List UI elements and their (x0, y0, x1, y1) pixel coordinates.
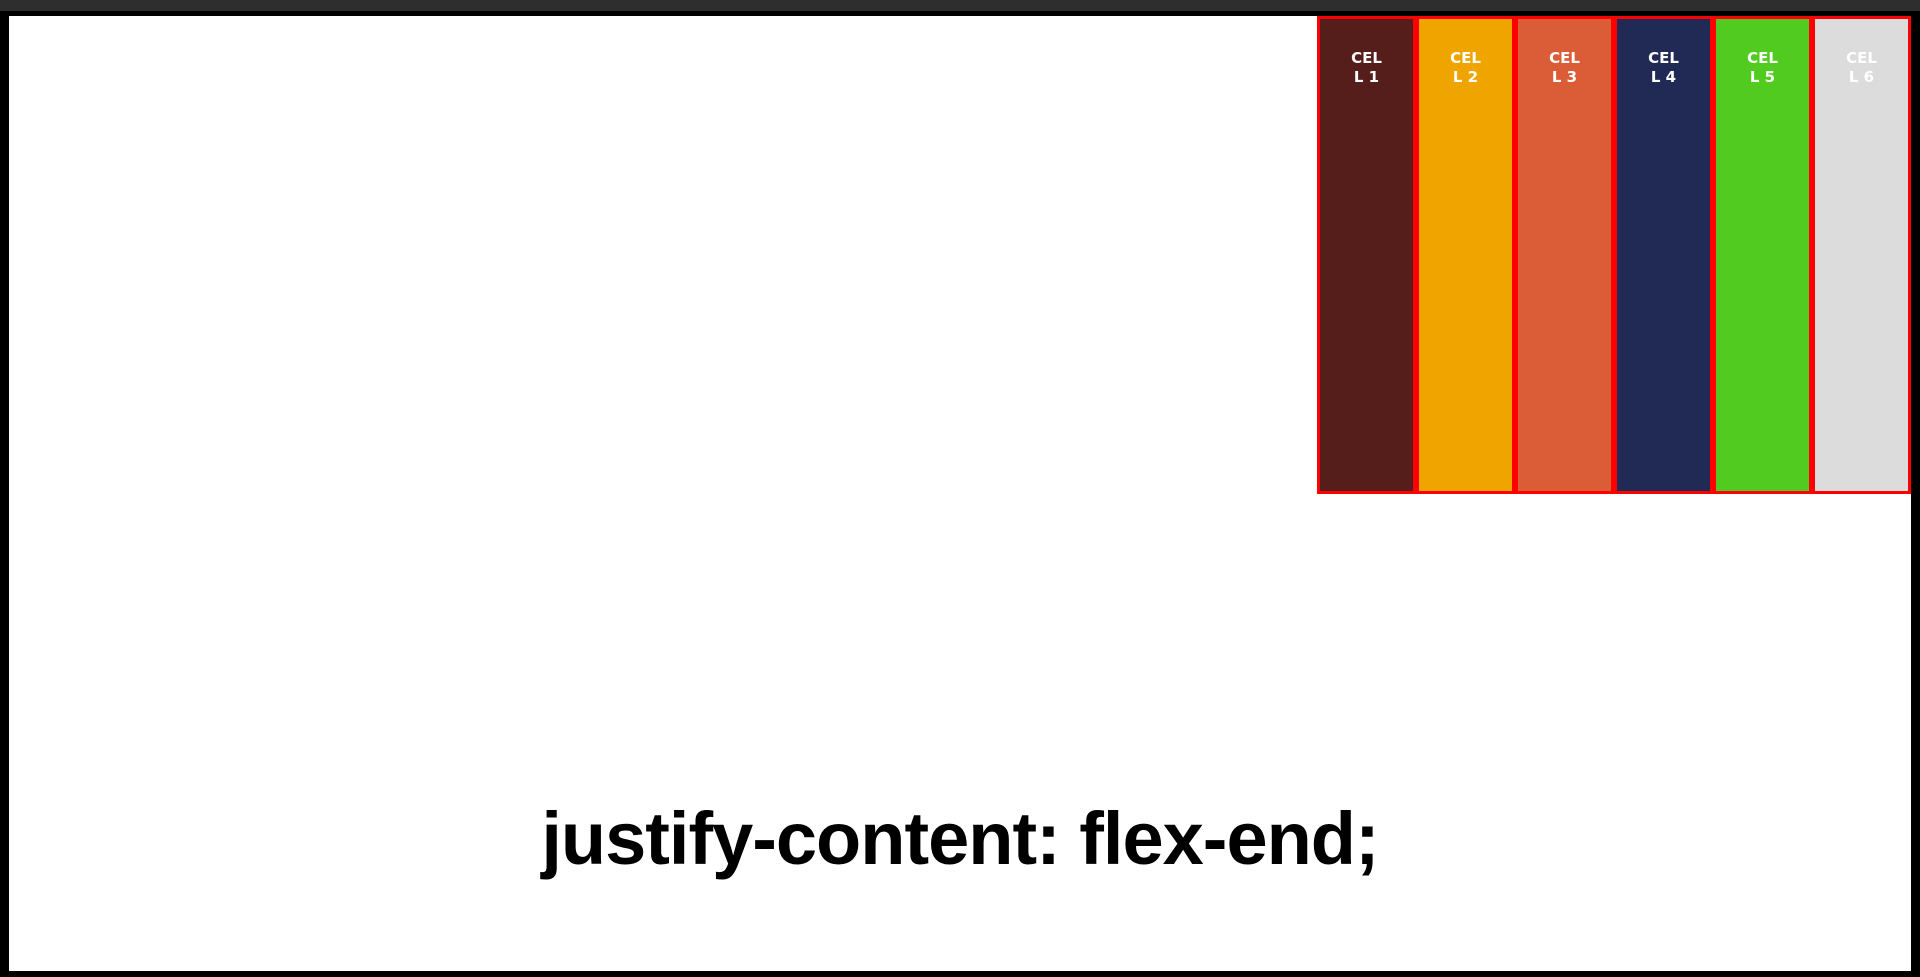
cell-5-label: CELL 5 (1747, 49, 1778, 86)
cell-6-label: CELL 6 (1846, 49, 1877, 86)
cell-5: CELL 5 (1713, 16, 1812, 494)
caption-text: justify-content: flex-end; (541, 797, 1379, 880)
cell-3-label: CELL 3 (1549, 49, 1580, 86)
cell-2: CELL 2 (1416, 16, 1515, 494)
cell-4: CELL 4 (1614, 16, 1713, 494)
cell-4-label: CELL 4 (1648, 49, 1679, 86)
cell-2-label: CELL 2 (1450, 49, 1481, 86)
flex-container: CELL 1 CELL 2 CELL 3 CELL 4 CELL 5 CELL … (9, 16, 1911, 971)
cell-6: CELL 6 (1812, 16, 1911, 494)
cell-1: CELL 1 (1317, 16, 1416, 494)
window-top-bar (0, 0, 1920, 11)
cell-3: CELL 3 (1515, 16, 1614, 494)
cell-1-label: CELL 1 (1351, 49, 1382, 86)
